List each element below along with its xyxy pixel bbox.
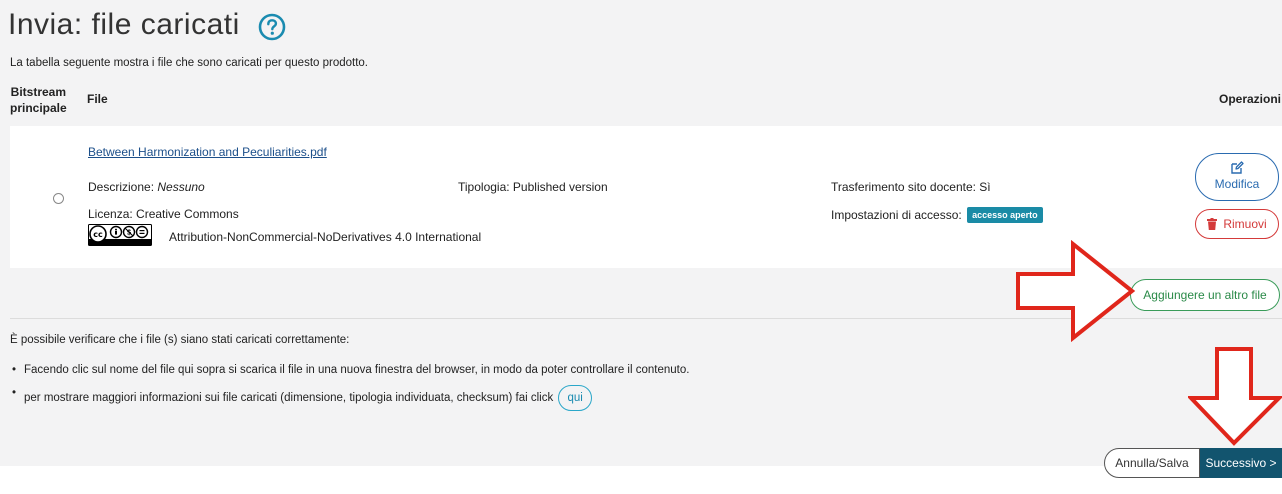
page-title: Invia: file caricati [8,8,240,41]
creative-commons-badge: cc $ [88,224,152,246]
down-arrow-annotation [1188,347,1282,446]
header-bitstream-line1: Bitstream [10,85,67,99]
modify-button[interactable]: Modifica [1195,153,1279,201]
license-text: Attribution-NonCommercial-NoDerivatives … [169,230,482,244]
remove-button[interactable]: Rimuovi [1195,209,1279,239]
verify-bullet-details-text: per mostrare maggiori informazioni sui f… [24,392,554,405]
header-bitstream: Bitstream principale [10,84,67,116]
verify-list: Facendo clic sul nome del file qui sopra… [10,362,689,411]
primary-bitstream-radio[interactable] [53,193,64,204]
access-settings: Impostazioni di accesso: accesso aperto [831,207,1043,223]
file-transfer: Trasferimento sito docente: Sì [831,180,991,194]
svg-text:cc: cc [93,230,103,239]
cancel-save-button[interactable]: Annulla/Salva [1104,448,1200,478]
access-badge: accesso aperto [967,207,1043,223]
header-operations: Operazioni [1219,92,1282,106]
file-type: Tipologia: Published version [458,180,608,194]
page-subtitle: La tabella seguente mostra i file che so… [10,57,368,69]
verify-intro: È possibile verificare che i file (s) si… [10,334,350,346]
right-arrow-annotation [1016,240,1136,342]
edit-icon [1231,161,1244,174]
trash-icon [1207,218,1218,230]
verify-bullet-download: Facendo clic sul nome del file qui sopra… [10,362,689,378]
next-button[interactable]: Successivo > [1200,448,1282,478]
remove-label: Rimuovi [1223,217,1267,231]
modify-label: Modifica [1214,177,1260,191]
file-name-link[interactable]: Between Harmonization and Peculiarities.… [88,145,327,159]
file-license: Licenza: Creative Commons [88,207,239,221]
description-label: Descrizione: [88,180,158,194]
add-file-button[interactable]: Aggiungere un altro file [1130,279,1280,311]
description-value: Nessuno [157,180,205,194]
qui-button[interactable]: qui [558,385,592,411]
file-description: Descrizione: Nessuno [88,180,205,194]
header-bitstream-line2: principale [10,101,67,115]
help-circle-icon[interactable] [258,13,286,41]
access-label: Impostazioni di accesso: [831,208,962,222]
verify-bullet-details: per mostrare maggiori informazioni sui f… [10,385,689,411]
header-file: File [87,92,108,106]
